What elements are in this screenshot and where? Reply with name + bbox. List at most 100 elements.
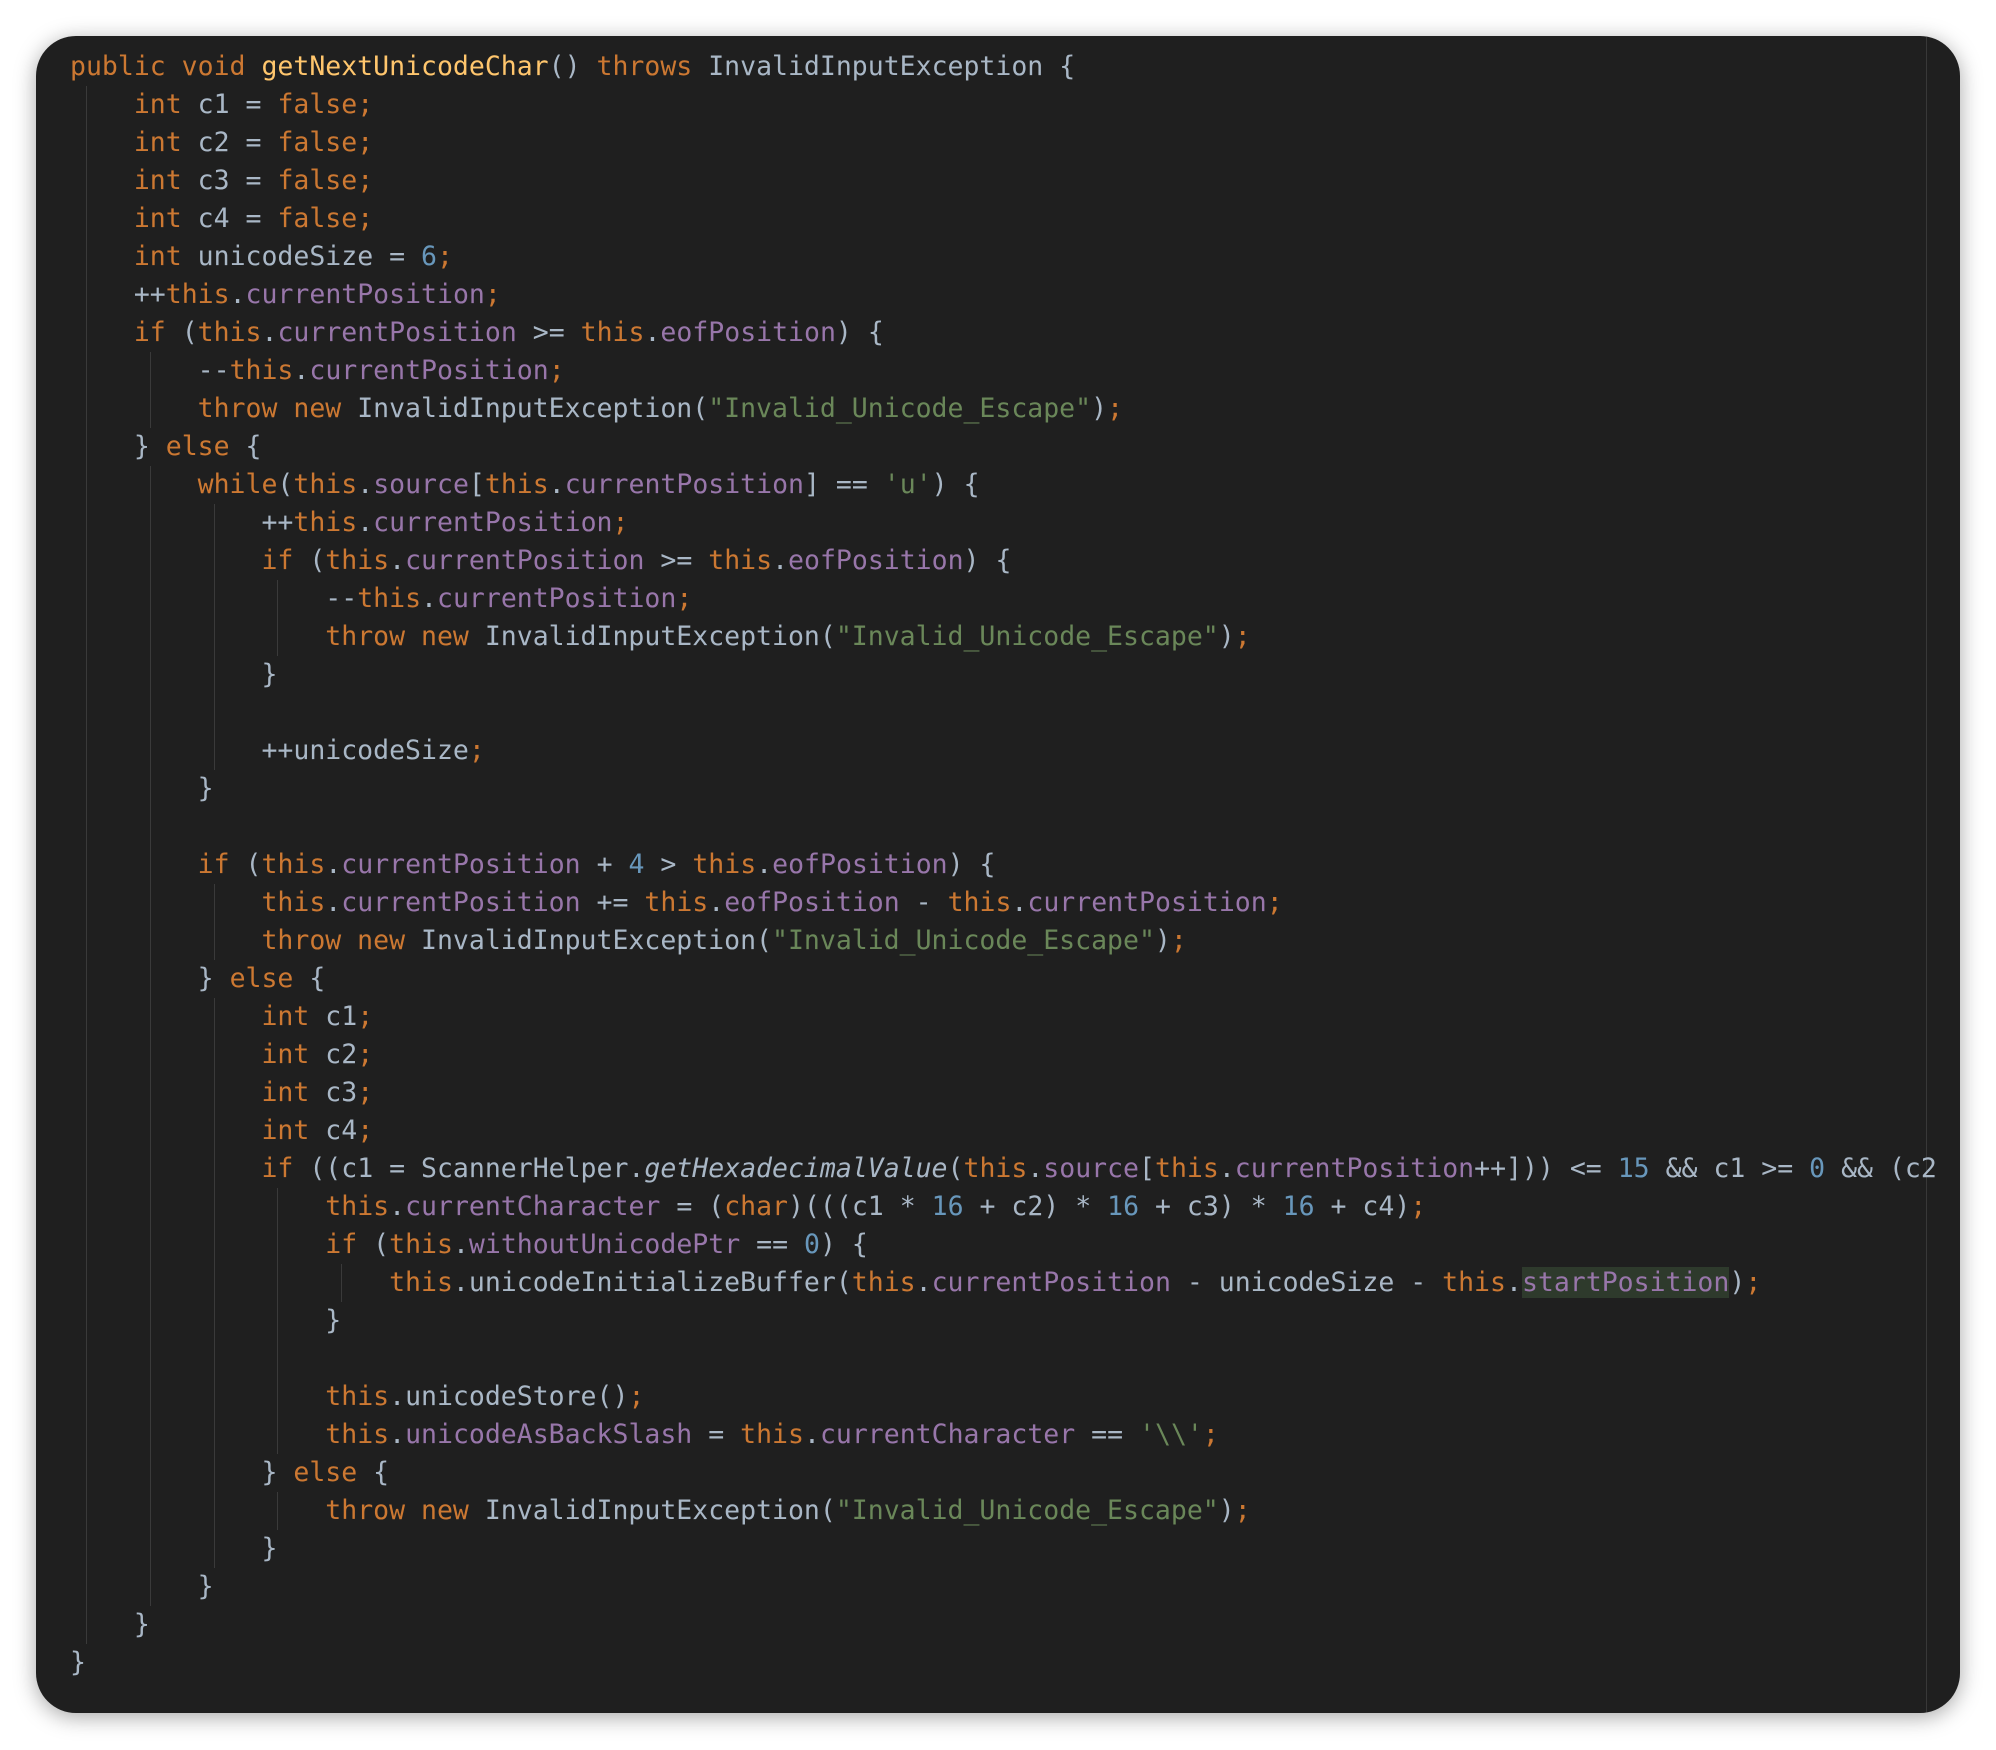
code-token: c1 <box>325 1001 358 1032</box>
indent-guide <box>149 1302 151 1340</box>
indent-guide <box>149 694 151 732</box>
code-token: ) { <box>819 1229 868 1260</box>
code-token: 0 <box>803 1229 820 1260</box>
code-token: this <box>389 1229 453 1260</box>
indent-guide <box>85 1302 87 1340</box>
code-token: if <box>261 1153 310 1184</box>
code-line <box>70 694 1953 732</box>
code-token: ; <box>484 279 501 310</box>
indent-guide <box>213 884 215 922</box>
code-token: if <box>261 545 310 576</box>
indent-guide <box>277 1264 279 1302</box>
code-token: . <box>644 317 661 348</box>
indent-guide <box>149 1150 151 1188</box>
code-line: } <box>70 1606 1953 1644</box>
code-token: currentPosition <box>405 545 645 576</box>
code-token: 15 <box>1617 1153 1650 1184</box>
indent-guide <box>85 276 87 314</box>
code-token: this <box>325 1381 390 1412</box>
code-token: . <box>772 545 789 576</box>
code-line: } else { <box>70 960 1953 998</box>
indent-guide <box>85 732 87 770</box>
code-token: } <box>325 1305 342 1336</box>
indent-guide <box>213 504 215 542</box>
indent-guide <box>149 1416 151 1454</box>
indent-guide <box>213 1074 215 1112</box>
code-token: currentPosition <box>245 279 485 310</box>
indent-guide <box>149 542 151 580</box>
code-token: int <box>133 241 198 272</box>
code-token: ) { <box>931 469 980 500</box>
code-token: this <box>261 887 326 918</box>
indent-guide <box>85 352 87 390</box>
code-token: currentPosition <box>373 507 613 538</box>
code-line: int c4; <box>70 1112 1953 1150</box>
indent-guide <box>213 1226 215 1264</box>
indent-guide <box>149 1530 151 1568</box>
indent-guide <box>149 884 151 922</box>
indent-guide <box>85 124 87 162</box>
code-token: currentPosition <box>1027 887 1267 918</box>
code-line: ++this.currentPosition; <box>70 504 1953 542</box>
code-token: ) <box>1218 621 1235 652</box>
indent-guide <box>149 770 151 808</box>
indent-guide <box>149 352 151 390</box>
indent-guide <box>277 1226 279 1264</box>
code-token: else <box>165 431 246 462</box>
indent-guide <box>277 1340 279 1378</box>
code-token: ( <box>277 469 294 500</box>
code-token: this <box>325 1419 390 1450</box>
indent-guide <box>85 542 87 580</box>
code-token: currentPosition <box>309 355 549 386</box>
code-line: throw new InvalidInputException("Invalid… <box>70 390 1953 428</box>
code-token: . <box>548 469 565 500</box>
code-token: if <box>133 317 182 348</box>
code-token: )(((c1 * <box>788 1191 932 1222</box>
code-token: c3 = <box>197 165 278 196</box>
code-token: this <box>484 469 549 500</box>
code-token: . <box>389 1191 406 1222</box>
code-line <box>70 808 1953 846</box>
code-token: c4 <box>325 1115 358 1146</box>
code-token: currentPosition <box>931 1267 1171 1298</box>
indent-guide <box>85 1416 87 1454</box>
code-token: - unicodeSize - <box>1170 1267 1443 1298</box>
indent-guide <box>85 884 87 922</box>
code-token: eofPosition <box>788 545 964 576</box>
code-token: 4 <box>628 849 645 880</box>
code-token: . <box>389 545 406 576</box>
indent-guide <box>149 618 151 656</box>
indent-guide <box>149 922 151 960</box>
code-token: int <box>133 127 198 158</box>
indent-guide <box>85 1226 87 1264</box>
code-token: getHexadecimalValue <box>644 1153 948 1184</box>
code-token: char <box>724 1191 789 1222</box>
code-token: currentPosition <box>277 317 517 348</box>
code-token: false; <box>277 127 374 158</box>
code-area[interactable]: public void getNextUnicodeChar() throws … <box>70 48 1953 1682</box>
code-token: currentCharacter <box>819 1419 1076 1450</box>
code-line: int c2; <box>70 1036 1953 1074</box>
code-token: this <box>708 545 773 576</box>
code-token: } <box>197 773 214 804</box>
code-token: c4 = <box>197 203 278 234</box>
indent-guide <box>85 1340 87 1378</box>
code-token: this <box>325 1191 390 1222</box>
indent-guide <box>149 998 151 1036</box>
code-token: = ( <box>660 1191 725 1222</box>
indent-guide <box>213 1530 215 1568</box>
code-token: > <box>644 849 693 880</box>
code-token: ) { <box>947 849 996 880</box>
code-token: throw new <box>197 393 358 424</box>
code-token: } <box>133 1609 150 1640</box>
code-token: 16 <box>1107 1191 1140 1222</box>
code-token: "Invalid_Unicode_Escape" <box>835 621 1219 652</box>
code-line: if (this.withoutUnicodePtr == 0) { <box>70 1226 1953 1264</box>
code-token: } <box>261 1533 278 1564</box>
code-token: false; <box>277 165 374 196</box>
code-token: . <box>1218 1153 1235 1184</box>
code-token: } <box>261 659 278 690</box>
code-token: . <box>357 469 374 500</box>
code-token: ; <box>1745 1267 1762 1298</box>
indent-guide <box>85 808 87 846</box>
